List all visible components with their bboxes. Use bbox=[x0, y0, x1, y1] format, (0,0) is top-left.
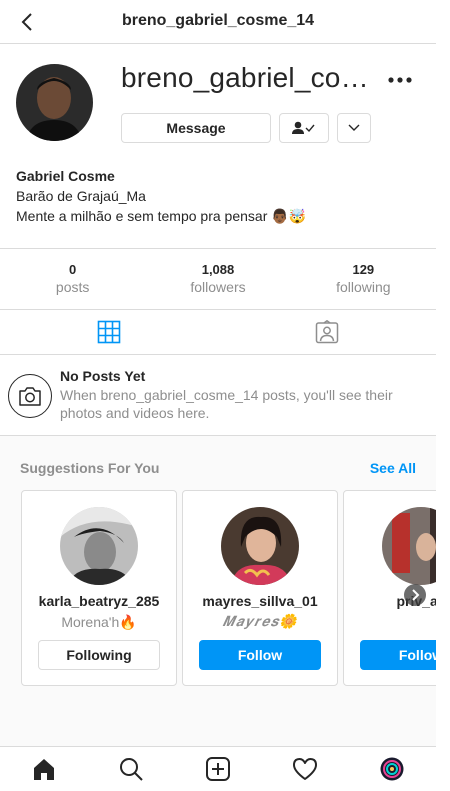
suggested-dropdown-button[interactable] bbox=[337, 113, 371, 143]
chevron-down-icon bbox=[348, 124, 360, 131]
tab-tagged[interactable] bbox=[218, 310, 436, 354]
stat-posts: 0 posts bbox=[0, 249, 145, 309]
suggestion-subtitle: Morena'h🔥 bbox=[61, 614, 137, 630]
see-all-link[interactable]: See All bbox=[370, 460, 416, 476]
suggestion-username[interactable]: karla_beatryz_285 bbox=[22, 593, 176, 609]
nav-profile[interactable] bbox=[349, 747, 436, 791]
profile-avatar-icon bbox=[380, 757, 404, 781]
message-button[interactable]: Message bbox=[121, 113, 271, 143]
suggestions-title: Suggestions For You bbox=[20, 460, 160, 476]
bottom-navigation bbox=[0, 746, 436, 791]
no-posts-title: No Posts Yet bbox=[60, 368, 146, 384]
suggestion-avatar[interactable] bbox=[221, 507, 299, 585]
bio-text: Mente a milhão e sem tempo pra pensar 👨🏾… bbox=[16, 208, 307, 224]
stat-following-label: following bbox=[336, 279, 391, 295]
activity-heart-icon bbox=[293, 758, 318, 780]
camera-icon bbox=[19, 387, 41, 406]
stat-followers-label: followers bbox=[190, 279, 246, 295]
follow-button[interactable]: Follow bbox=[360, 640, 436, 670]
chevron-right-icon bbox=[412, 589, 420, 601]
page-title: breno_gabriel_cosme_14 bbox=[121, 12, 315, 29]
nav-home[interactable] bbox=[0, 747, 87, 791]
profile-avatar[interactable] bbox=[16, 64, 93, 141]
stat-following[interactable]: 129 following bbox=[291, 249, 436, 309]
suggestion-username[interactable]: mayres_sillva_01 bbox=[183, 593, 337, 609]
suggestion-avatar[interactable] bbox=[382, 507, 436, 585]
nav-search[interactable] bbox=[87, 747, 174, 791]
more-horizontal-icon bbox=[388, 77, 412, 83]
home-icon bbox=[33, 759, 54, 780]
camera-icon-circle bbox=[8, 374, 52, 418]
suggestions-section: Suggestions For You See All karla_beatry… bbox=[0, 436, 436, 746]
nav-new-post[interactable] bbox=[174, 747, 261, 791]
stat-posts-count: 0 bbox=[69, 262, 77, 277]
more-options-button[interactable] bbox=[386, 68, 414, 92]
suggestion-photo bbox=[60, 507, 138, 585]
follow-button[interactable]: Follow bbox=[199, 640, 321, 670]
suggestion-photo bbox=[221, 507, 299, 585]
nav-activity[interactable] bbox=[262, 747, 349, 791]
bio-full-name: Gabriel Cosme bbox=[16, 168, 115, 184]
no-posts-text: When breno_gabriel_cosme_14 posts, you'l… bbox=[60, 387, 393, 421]
tagged-icon bbox=[315, 320, 339, 344]
following-status-button[interactable] bbox=[279, 113, 329, 143]
bio-location: Barão de Grajaú_Ma bbox=[16, 188, 146, 204]
scroll-right-button[interactable] bbox=[404, 584, 426, 606]
grid-icon bbox=[97, 320, 121, 344]
top-bar: breno_gabriel_cosme_14 bbox=[0, 0, 436, 44]
stat-posts-label: posts bbox=[55, 279, 90, 295]
profile-stats: 0 posts 1,088 followers 129 following bbox=[0, 248, 436, 310]
stat-followers[interactable]: 1,088 followers bbox=[145, 249, 290, 309]
profile-username: breno_gabriel_co… bbox=[121, 62, 369, 93]
profile-tabs bbox=[0, 310, 436, 355]
following-button[interactable]: Following bbox=[38, 640, 160, 670]
suggestion-card: karla_beatryz_285 Morena'h🔥 Following bbox=[21, 490, 177, 686]
suggestion-avatar[interactable] bbox=[60, 507, 138, 585]
profile-photo bbox=[16, 64, 93, 141]
new-post-icon bbox=[206, 757, 230, 781]
tab-posts-grid[interactable] bbox=[0, 310, 218, 354]
stat-followers-count: 1,088 bbox=[201, 262, 235, 277]
profile-screen: breno_gabriel_cosme_14 breno_gabriel_co…… bbox=[0, 0, 436, 791]
suggestion-card: mayres_sillva_01 𝑴𝒂𝒚𝒓𝒆𝒔🌼 Follow bbox=[182, 490, 338, 686]
suggestion-cards: karla_beatryz_285 Morena'h🔥 Following ma… bbox=[21, 490, 436, 688]
no-posts-section: No Posts Yet When breno_gabriel_cosme_14… bbox=[0, 355, 436, 436]
suggestion-subtitle: 𝑴𝒂𝒚𝒓𝒆𝒔🌼 bbox=[222, 614, 298, 630]
search-icon bbox=[119, 758, 143, 781]
suggestion-photo bbox=[382, 507, 436, 585]
stat-following-count: 129 bbox=[352, 262, 375, 277]
person-check-icon bbox=[292, 121, 315, 134]
